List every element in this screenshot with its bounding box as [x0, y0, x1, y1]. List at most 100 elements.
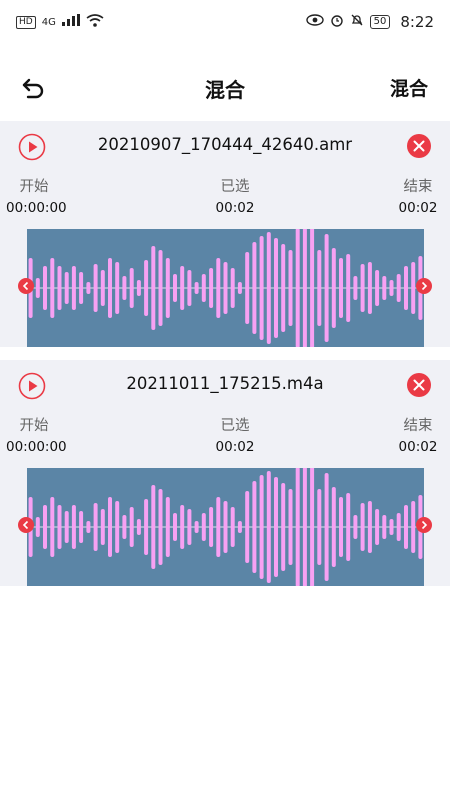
waveform-bar	[173, 274, 177, 302]
waveform-bar	[50, 258, 55, 318]
wifi-icon	[86, 13, 104, 31]
waveform-bar	[136, 280, 141, 296]
waveform-bar	[266, 232, 271, 344]
status-left: HD 4G	[16, 13, 104, 31]
waveform-bar	[165, 258, 170, 318]
waveform-bar	[194, 521, 199, 533]
signal-bars-icon	[61, 14, 80, 30]
waveform-bar	[295, 468, 300, 586]
close-icon	[407, 134, 431, 158]
undo-icon	[22, 78, 44, 99]
waveform-bar	[230, 268, 235, 308]
waveform-bar	[346, 254, 351, 322]
waveform-bar	[158, 250, 163, 326]
waveform-bar	[122, 515, 127, 539]
status-bar: HD 4G 50 8:22	[0, 0, 450, 44]
page-title: 混合	[205, 77, 245, 102]
hd-badge: HD	[16, 15, 36, 29]
eye-icon	[305, 14, 324, 30]
waveform-bar	[115, 262, 120, 314]
waveform-bar	[79, 511, 84, 543]
waveform-bar	[367, 262, 372, 314]
waveform-bar	[411, 262, 416, 314]
waveform-bar	[50, 497, 55, 557]
waveform-bar	[274, 477, 278, 577]
signal-icon: 4G	[41, 16, 56, 28]
waveform-bar	[35, 278, 40, 298]
waveform-bar	[93, 264, 98, 312]
waveform[interactable]	[27, 468, 424, 586]
waveform-bar	[209, 268, 214, 308]
waveform-bar	[43, 505, 47, 549]
app-bar: 混合 混合	[0, 60, 450, 116]
end-label: 结束	[403, 418, 433, 434]
end-label: 结束	[403, 179, 433, 195]
end-value: 00:02	[398, 439, 438, 455]
waveform-bar	[64, 511, 69, 543]
waveform-bar	[187, 509, 192, 545]
status-right: 50 8:22	[305, 13, 434, 31]
start-label: 开始	[19, 179, 49, 195]
waveform-bar	[375, 509, 380, 545]
selected-duration: 已选 00:02	[205, 414, 265, 455]
waveform-bar	[165, 497, 170, 557]
waveform-bar	[201, 513, 206, 541]
waveform-bar	[230, 507, 235, 547]
trim-end-handle[interactable]	[416, 278, 432, 294]
waveform-bar	[302, 468, 307, 586]
waveform-bar	[151, 246, 156, 330]
battery-icon: 50	[369, 15, 391, 29]
waveform[interactable]	[27, 229, 424, 347]
end-time: 结束 00:02	[394, 175, 442, 216]
track-filename: 20211011_175215.m4a	[126, 374, 324, 393]
remove-track-button[interactable]	[406, 133, 432, 159]
waveform-bar	[136, 519, 141, 535]
waveform-bar	[281, 483, 286, 571]
waveform-bar	[216, 497, 221, 557]
waveform-bar	[288, 489, 293, 565]
waveform-bar	[173, 513, 177, 541]
waveform-bar	[158, 489, 163, 565]
waveform-bar	[310, 229, 315, 347]
waveform-bar	[223, 262, 228, 314]
waveform-bar	[295, 229, 300, 347]
waveform-bar	[339, 258, 343, 318]
waveform-bar	[317, 489, 322, 565]
waveform-bar	[252, 242, 257, 334]
trim-end-handle[interactable]	[416, 517, 432, 533]
waveform-bar	[35, 517, 40, 537]
waveform-bar	[302, 229, 307, 347]
waveform-bar	[43, 266, 47, 310]
start-time: 开始 00:00:00	[6, 414, 67, 455]
waveform-bar	[144, 499, 149, 555]
waveform-bar	[404, 505, 408, 549]
start-value: 00:00:00	[6, 200, 67, 216]
back-button[interactable]	[20, 74, 48, 102]
waveform-bar	[331, 248, 336, 328]
remove-track-button[interactable]	[406, 372, 432, 398]
chevron-right-icon	[416, 517, 432, 533]
selected-value: 00:02	[215, 200, 255, 216]
waveform-bar	[339, 497, 343, 557]
waveform-bar	[360, 503, 365, 551]
waveform-bar	[209, 507, 214, 547]
waveform-bar	[382, 515, 387, 539]
waveform-bar	[108, 258, 112, 318]
waveform-bar	[100, 270, 105, 306]
mix-button[interactable]: 混合	[390, 74, 428, 101]
waveform-bar	[100, 509, 105, 545]
waveform-bar	[71, 266, 76, 310]
waveform-bar	[317, 250, 322, 326]
waveform-bar	[122, 276, 127, 300]
waveform-bar	[288, 250, 293, 326]
waveform-bar	[57, 266, 62, 310]
selected-label: 已选	[220, 418, 250, 434]
trim-start-handle[interactable]	[18, 278, 34, 294]
waveform-bar	[129, 507, 134, 547]
trim-start-handle[interactable]	[18, 517, 34, 533]
waveform-bar	[396, 274, 401, 302]
waveform-bar	[324, 473, 329, 581]
waveform-bar	[360, 264, 365, 312]
clock: 8:22	[400, 13, 434, 31]
selected-label: 已选	[220, 179, 250, 195]
